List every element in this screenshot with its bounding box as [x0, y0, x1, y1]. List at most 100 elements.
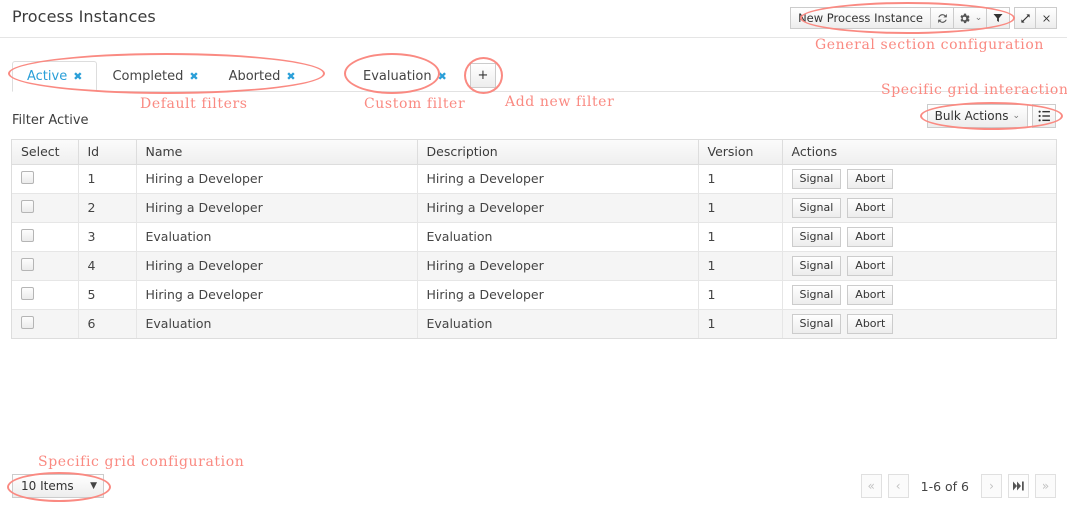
abort-button[interactable]: Abort	[847, 285, 893, 305]
close-icon	[1041, 13, 1052, 24]
table-row: 5Hiring a DeveloperHiring a Developer1Si…	[12, 280, 1056, 309]
column-header-name[interactable]: Name	[136, 140, 417, 164]
pagination-next-button[interactable]: ›	[981, 474, 1002, 498]
cell-actions: SignalAbort	[782, 193, 1056, 222]
column-header-actions[interactable]: Actions	[782, 140, 1056, 164]
column-header-id[interactable]: Id	[78, 140, 136, 164]
pagination: « ‹ 1-6 of 6 › »	[861, 474, 1056, 498]
cell-name: Hiring a Developer	[136, 164, 417, 193]
cell-id: 6	[78, 309, 136, 338]
cell-actions: SignalAbort	[782, 280, 1056, 309]
signal-button[interactable]: Signal	[792, 227, 842, 247]
annotation-custom-filter: Custom filter	[364, 96, 465, 112]
row-select-checkbox[interactable]	[21, 229, 34, 242]
page-title: Process Instances	[12, 7, 156, 26]
table-head: Select Id Name Description Version Actio…	[12, 140, 1056, 164]
chevron-down-icon: ⌄	[975, 13, 983, 23]
row-select-checkbox[interactable]	[21, 316, 34, 329]
expand-icon	[1020, 13, 1031, 24]
table-row: 3EvaluationEvaluation1SignalAbort	[12, 222, 1056, 251]
filter-tab-aborted[interactable]: Aborted ✖	[214, 60, 311, 91]
gear-icon	[958, 12, 971, 25]
cell-version: 1	[698, 280, 782, 309]
close-icon[interactable]: ✖	[286, 70, 295, 83]
annotation-specific-grid-configuration: Specific grid configuration	[38, 454, 244, 470]
pagination-first-button[interactable]: «	[861, 474, 882, 498]
window-controls-group	[1014, 7, 1057, 29]
expand-button[interactable]	[1014, 7, 1036, 29]
row-select-checkbox[interactable]	[21, 200, 34, 213]
row-select-checkbox[interactable]	[21, 287, 34, 300]
table-row: 6EvaluationEvaluation1SignalAbort	[12, 309, 1056, 338]
grid-config-button[interactable]	[1032, 104, 1056, 128]
pagination-skip-end-button[interactable]	[1008, 474, 1029, 498]
row-action-group: SignalAbort	[792, 285, 1048, 305]
table-row: 2Hiring a DeveloperHiring a Developer1Si…	[12, 193, 1056, 222]
filter-tab-label: Active	[27, 69, 67, 84]
signal-button[interactable]: Signal	[792, 256, 842, 276]
signal-button[interactable]: Signal	[792, 314, 842, 334]
page-size-select[interactable]: 10 Items ▼	[12, 474, 104, 498]
filter-button[interactable]	[986, 7, 1010, 29]
cell-id: 4	[78, 251, 136, 280]
annotation-general-section: General section configuration	[815, 37, 1044, 53]
cell-actions: SignalAbort	[782, 309, 1056, 338]
row-action-group: SignalAbort	[792, 256, 1048, 276]
cell-id: 1	[78, 164, 136, 193]
cell-version: 1	[698, 193, 782, 222]
column-header-select[interactable]: Select	[12, 140, 78, 164]
chevron-down-icon: ▼	[90, 481, 97, 491]
settings-button[interactable]: ⌄	[953, 7, 987, 29]
chevron-down-icon: ⌄	[1012, 111, 1020, 121]
process-instances-table: Select Id Name Description Version Actio…	[12, 140, 1056, 338]
annotation-default-filters: Default filters	[140, 96, 248, 112]
table-row: 1Hiring a DeveloperHiring a Developer1Si…	[12, 164, 1056, 193]
filter-tab-evaluation[interactable]: Evaluation ✖	[348, 60, 462, 91]
abort-button[interactable]: Abort	[847, 198, 893, 218]
row-action-group: SignalAbort	[792, 198, 1048, 218]
cell-id: 5	[78, 280, 136, 309]
signal-button[interactable]: Signal	[792, 169, 842, 189]
row-action-group: SignalAbort	[792, 169, 1048, 189]
bulk-actions-dropdown[interactable]: Bulk Actions ⌄	[927, 104, 1028, 128]
cell-select	[12, 222, 78, 251]
column-header-description[interactable]: Description	[417, 140, 698, 164]
close-icon[interactable]: ✖	[438, 70, 447, 83]
cell-id: 2	[78, 193, 136, 222]
filter-tab-label: Completed	[112, 69, 183, 84]
pagination-prev-button[interactable]: ‹	[888, 474, 909, 498]
cell-name: Evaluation	[136, 309, 417, 338]
abort-button[interactable]: Abort	[847, 169, 893, 189]
filter-tab-active[interactable]: Active ✖	[12, 61, 97, 92]
general-section-configuration-toolbar: New Process Instance ⌄	[790, 7, 1057, 29]
cell-id: 3	[78, 222, 136, 251]
new-process-instance-button[interactable]: New Process Instance	[790, 7, 931, 29]
cell-description: Hiring a Developer	[417, 251, 698, 280]
process-instances-grid: Select Id Name Description Version Actio…	[11, 139, 1057, 339]
row-action-group: SignalAbort	[792, 227, 1048, 247]
cell-select	[12, 280, 78, 309]
signal-button[interactable]: Signal	[792, 285, 842, 305]
abort-button[interactable]: Abort	[847, 256, 893, 276]
row-select-checkbox[interactable]	[21, 171, 34, 184]
cell-select	[12, 164, 78, 193]
refresh-button[interactable]	[930, 7, 954, 29]
cell-name: Hiring a Developer	[136, 251, 417, 280]
filter-tab-completed[interactable]: Completed ✖	[97, 60, 213, 91]
row-select-checkbox[interactable]	[21, 258, 34, 271]
cell-version: 1	[698, 222, 782, 251]
close-icon[interactable]: ✖	[189, 70, 198, 83]
grid-caption: Filter Active	[12, 113, 89, 128]
close-button[interactable]	[1035, 7, 1057, 29]
abort-button[interactable]: Abort	[847, 227, 893, 247]
pagination-last-button[interactable]: »	[1035, 474, 1056, 498]
cell-select	[12, 309, 78, 338]
abort-button[interactable]: Abort	[847, 314, 893, 334]
column-header-version[interactable]: Version	[698, 140, 782, 164]
add-new-filter-button[interactable]: +	[470, 63, 496, 88]
cell-select	[12, 193, 78, 222]
close-icon[interactable]: ✖	[73, 70, 82, 83]
cell-select	[12, 251, 78, 280]
cell-version: 1	[698, 309, 782, 338]
signal-button[interactable]: Signal	[792, 198, 842, 218]
